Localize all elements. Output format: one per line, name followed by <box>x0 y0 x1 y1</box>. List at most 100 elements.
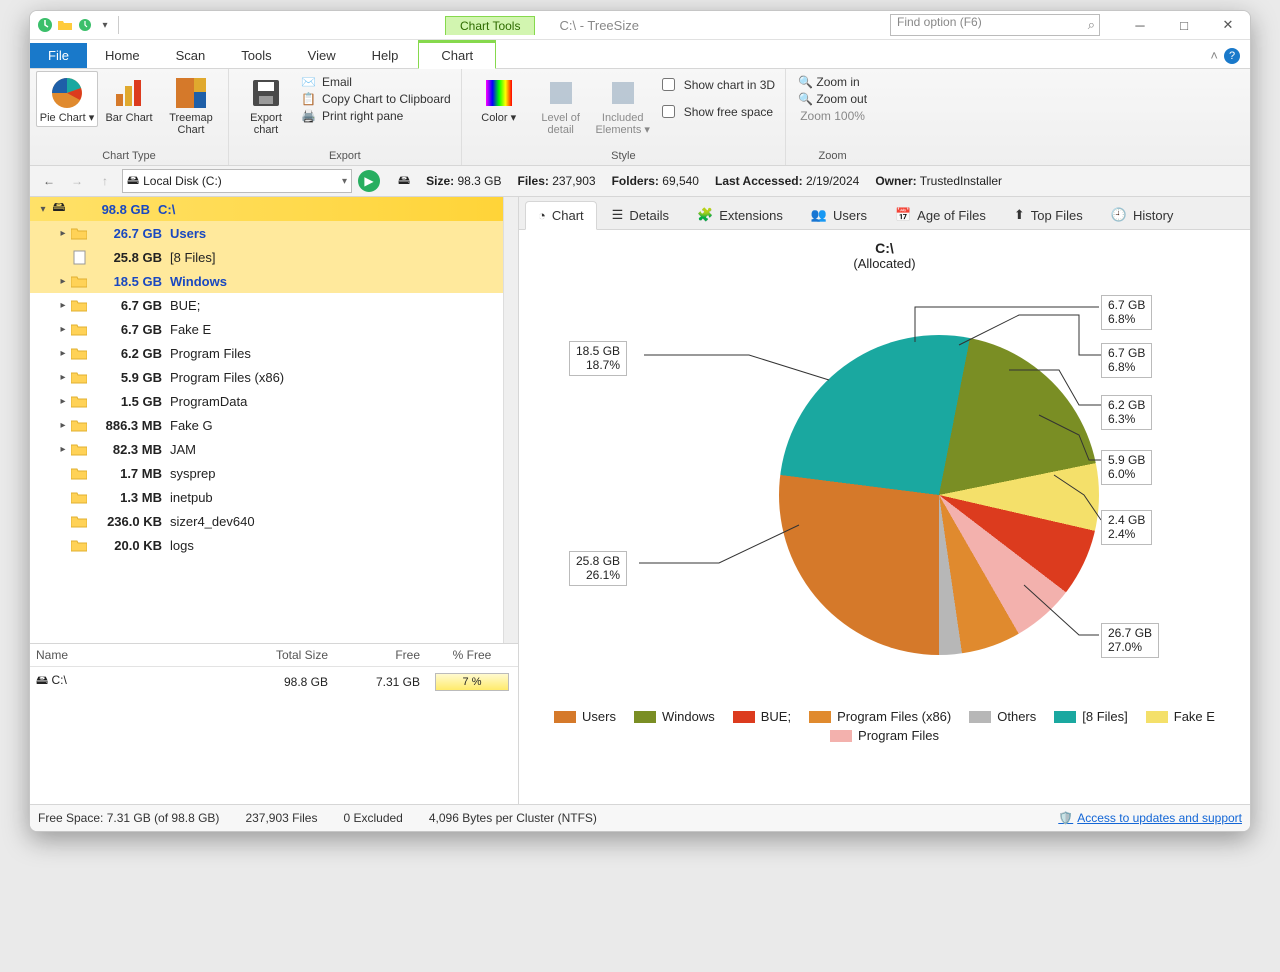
tab-tools[interactable]: Tools <box>223 43 289 68</box>
col-name[interactable]: Name <box>30 644 232 666</box>
tree-row[interactable]: 25.8 GB[8 Files] <box>30 245 503 269</box>
detail-tab-chart[interactable]: ◔Chart <box>525 201 597 230</box>
copy-clipboard-button[interactable]: 📋Copy Chart to Clipboard <box>301 92 451 106</box>
main-body: ▾🖴98.8 GBC:\▸26.7 GBUsers25.8 GB[8 Files… <box>30 197 1250 804</box>
tree-row[interactable]: ▸5.9 GBProgram Files (x86) <box>30 365 503 389</box>
legend-swatch <box>809 711 831 723</box>
tab-help[interactable]: Help <box>354 43 417 68</box>
level-detail-label: Level of detail <box>533 112 589 136</box>
drive-icon-small: 🖴 <box>398 171 410 192</box>
help-icon[interactable]: ? <box>1224 48 1240 64</box>
pie-chart-label: Pie Chart ▾ <box>40 112 94 124</box>
show-3d-input[interactable] <box>662 78 675 91</box>
summary-row[interactable]: 🖴 C:\ 98.8 GB 7.31 GB 7 % <box>30 667 518 696</box>
legend-item[interactable]: BUE; <box>733 709 791 724</box>
level-detail-button[interactable]: Level of detail <box>530 71 592 139</box>
group-label-style: Style <box>468 149 779 163</box>
tab-scan[interactable]: Scan <box>158 43 224 68</box>
bar-chart-label: Bar Chart <box>105 112 152 124</box>
ribbon-group-zoom: 🔍 Zoom in 🔍 Zoom out Zoom 100% Zoom <box>786 69 879 165</box>
updates-support-link[interactable]: 🛡️Access to updates and support <box>1058 811 1242 825</box>
zoom-out-label: Zoom out <box>816 92 867 106</box>
color-button[interactable]: Color ▾ <box>468 71 530 127</box>
callout-bue: 6.7 GB6.8% <box>1101 295 1152 330</box>
tree-row[interactable]: 20.0 KBlogs <box>30 533 503 557</box>
tree-root[interactable]: ▾🖴98.8 GBC:\ <box>30 197 503 221</box>
separator <box>118 16 137 34</box>
legend-item[interactable]: Program Files (x86) <box>809 709 951 724</box>
detail-tab-details[interactable]: ☰Details <box>599 200 682 229</box>
legend-item[interactable]: Windows <box>634 709 715 724</box>
tree-row[interactable]: ▸1.5 GBProgramData <box>30 389 503 413</box>
email-button[interactable]: ✉️Email <box>301 75 451 89</box>
tree-row[interactable]: ▸26.7 GBUsers <box>30 221 503 245</box>
folder-tree[interactable]: ▾🖴98.8 GBC:\▸26.7 GBUsers25.8 GB[8 Files… <box>30 197 503 643</box>
summary-header: Name Total Size Free % Free <box>30 644 518 667</box>
legend-item[interactable]: Fake E <box>1146 709 1215 724</box>
tab-home[interactable]: Home <box>87 43 158 68</box>
tree-row[interactable]: ▸6.7 GBFake E <box>30 317 503 341</box>
treemap-chart-button[interactable]: Treemap Chart <box>160 71 222 139</box>
elements-icon <box>606 76 640 110</box>
maximize-button[interactable]: □ <box>1162 11 1206 39</box>
file-tab[interactable]: File <box>30 43 87 68</box>
open-folder-icon[interactable] <box>56 16 74 34</box>
col-free[interactable]: Free <box>334 644 426 666</box>
tab-view[interactable]: View <box>290 43 354 68</box>
tree-row[interactable]: 236.0 KBsizer4_dev640 <box>30 509 503 533</box>
print-pane-button[interactable]: 🖨️Print right pane <box>301 109 451 123</box>
col-pct[interactable]: % Free <box>426 644 518 666</box>
nav-forward-button[interactable]: → <box>66 170 88 192</box>
zoom-out-button[interactable]: 🔍 Zoom out <box>798 92 867 106</box>
collapse-ribbon-icon[interactable]: ˄ <box>1210 48 1218 64</box>
tree-scrollbar[interactable] <box>503 197 518 643</box>
show-free-checkbox[interactable]: Show free space <box>658 102 775 121</box>
detail-tab-top-files[interactable]: ⬆Top Files <box>1001 200 1096 229</box>
legend-item[interactable]: Others <box>969 709 1036 724</box>
tree-row[interactable]: ▸18.5 GBWindows <box>30 269 503 293</box>
stat-size: Size: 98.3 GB <box>426 174 501 188</box>
tree-row[interactable]: ▸6.2 GBProgram Files <box>30 341 503 365</box>
detail-tab-users[interactable]: 👥Users <box>798 200 880 229</box>
nav-back-button[interactable]: ← <box>38 170 60 192</box>
zoom-out-icon: 🔍 <box>798 92 813 106</box>
export-chart-button[interactable]: Export chart <box>235 71 297 139</box>
legend-swatch <box>830 730 852 742</box>
zoom-in-button[interactable]: 🔍 Zoom in <box>798 75 867 89</box>
pie-chart-button[interactable]: Pie Chart ▾ <box>36 71 98 127</box>
close-button[interactable]: ✕ <box>1206 11 1250 39</box>
tab-chart[interactable]: Chart <box>418 40 496 69</box>
tree-row[interactable]: ▸886.3 MBFake G <box>30 413 503 437</box>
tree-row[interactable]: 1.3 MBinetpub <box>30 485 503 509</box>
included-elements-button[interactable]: Included Elements ▾ <box>592 71 654 139</box>
legend-item[interactable]: Program Files <box>830 728 939 743</box>
chevron-down-icon: ▾ <box>342 176 347 187</box>
detail-tab-extensions[interactable]: 🧩Extensions <box>684 200 796 229</box>
col-total[interactable]: Total Size <box>232 644 334 666</box>
minimize-button[interactable]: ─ <box>1118 11 1162 39</box>
tree-row[interactable]: 1.7 MBsysprep <box>30 461 503 485</box>
zoom-reset-button[interactable]: Zoom 100% <box>798 109 867 123</box>
detail-tab-age-of-files[interactable]: 📅Age of Files <box>882 200 999 229</box>
tree-row[interactable]: ▸6.7 GBBUE; <box>30 293 503 317</box>
legend-item[interactable]: [8 Files] <box>1054 709 1128 724</box>
scan-go-button[interactable]: ▶ <box>358 170 380 192</box>
stat-accessed: Last Accessed: 2/19/2024 <box>715 174 859 188</box>
show-free-input[interactable] <box>662 105 675 118</box>
recent-icon[interactable] <box>76 16 94 34</box>
show-3d-checkbox[interactable]: Show chart in 3D <box>658 75 775 94</box>
detail-tab-history[interactable]: 🕘History <box>1098 200 1187 229</box>
callout-fakee: 6.7 GB6.8% <box>1101 343 1152 378</box>
tree-row[interactable]: ▸82.3 MBJAM <box>30 437 503 461</box>
tab-icon: 🧩 <box>697 207 713 223</box>
bar-chart-button[interactable]: Bar Chart <box>98 71 160 127</box>
callout-8files: 25.8 GB26.1% <box>569 551 627 586</box>
path-combo[interactable]: 🖴 Local Disk (C:) ▾ <box>122 169 352 193</box>
legend-item[interactable]: Users <box>554 709 616 724</box>
nav-up-button[interactable]: ↑ <box>94 170 116 192</box>
find-option-input[interactable]: Find option (F6) ⌕ <box>890 14 1100 36</box>
qat-dropdown-icon[interactable]: ▾ <box>96 16 114 34</box>
callout-windows: 18.5 GB18.7% <box>569 341 627 376</box>
stat-files: Files: 237,903 <box>518 174 596 188</box>
status-cluster: 4,096 Bytes per Cluster (NTFS) <box>429 811 597 825</box>
